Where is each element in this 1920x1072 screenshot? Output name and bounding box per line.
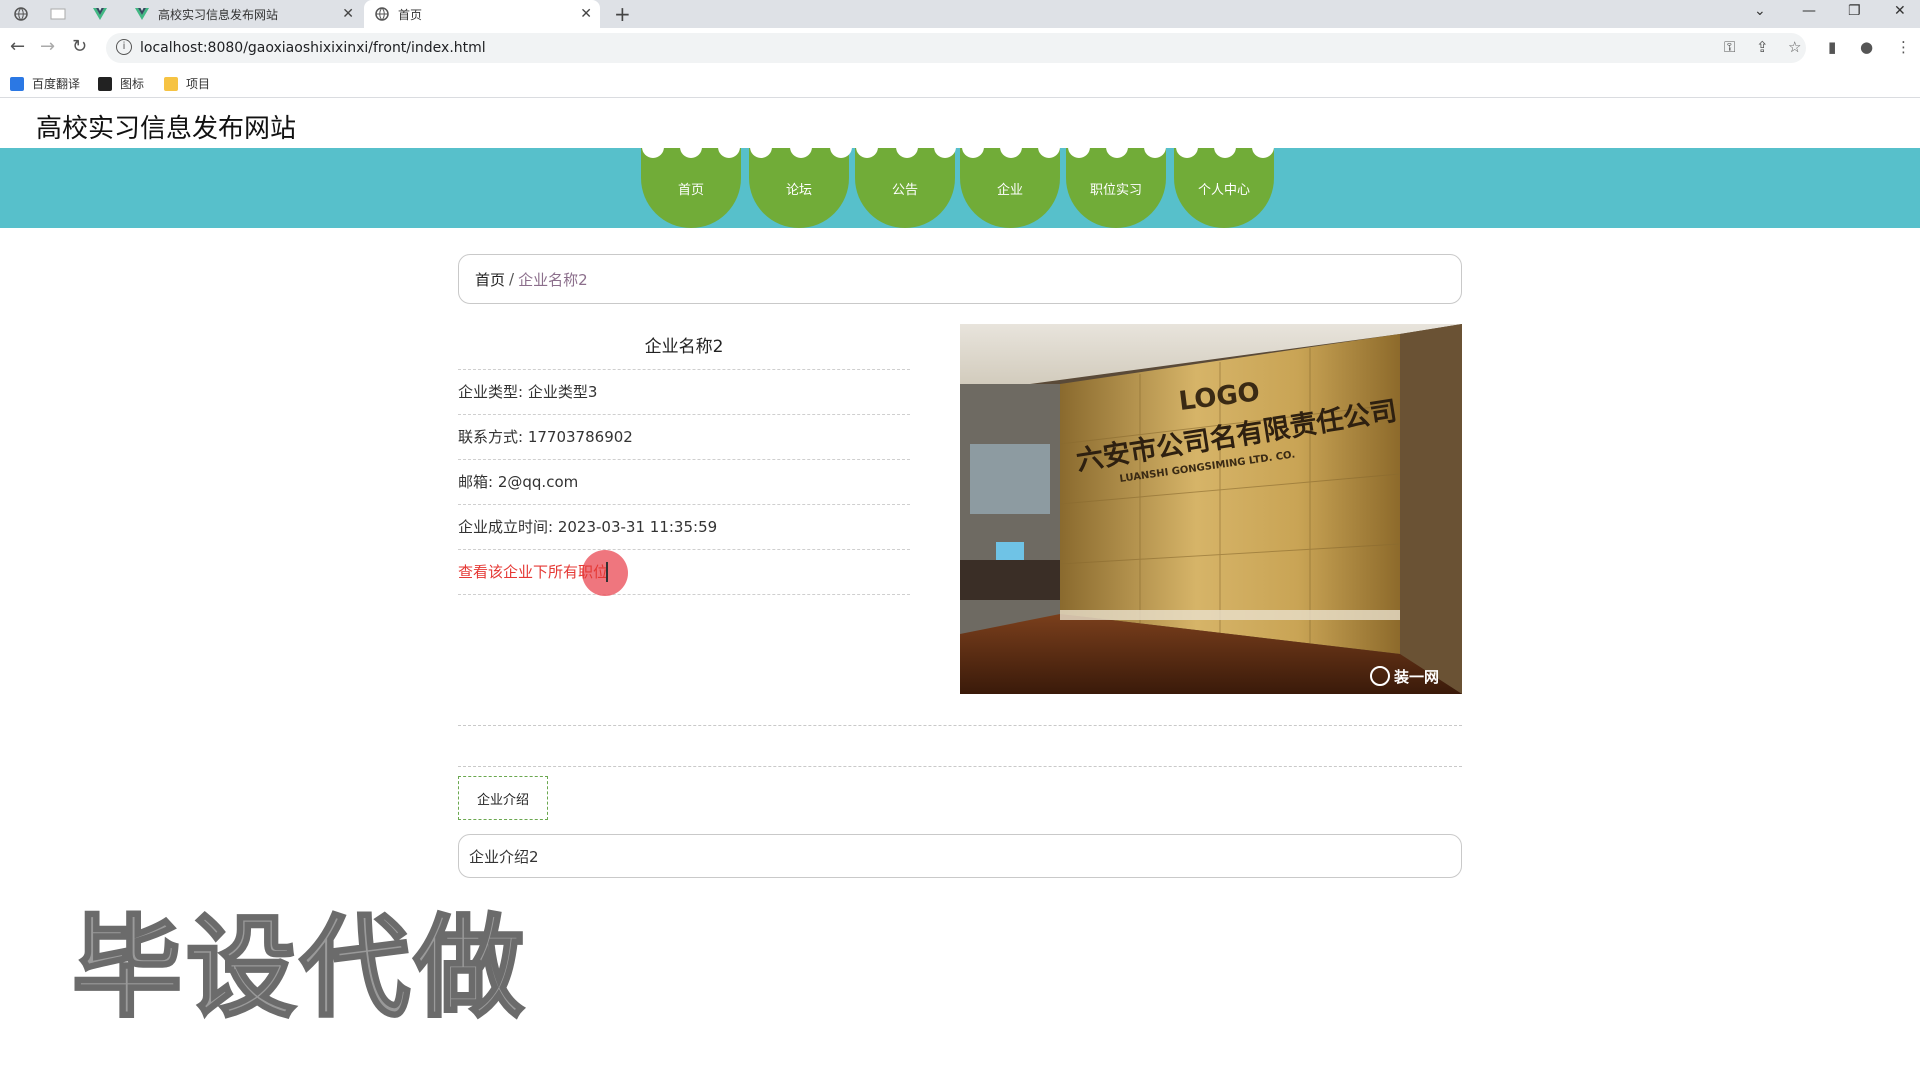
nav-label: 论坛 <box>785 182 812 198</box>
bookmark-label: 百度翻译 <box>32 77 81 91</box>
bookmark-label: 图标 <box>120 77 145 91</box>
field-label: 企业成立时间: <box>458 518 554 536</box>
text-cursor-icon <box>606 562 608 582</box>
star-icon[interactable]: ☆ <box>1788 38 1801 56</box>
globe-icon <box>14 6 28 22</box>
minimize-icon[interactable]: — <box>1802 3 1816 19</box>
photo-watermark: 装一网 <box>1393 668 1439 686</box>
nav-label: 企业 <box>996 182 1023 198</box>
url-text: localhost:8080/gaoxiaoshixixinxi/front/i… <box>140 40 486 56</box>
nav-label: 公告 <box>891 182 918 198</box>
company-intro-content: 企业介绍2 <box>458 834 1462 878</box>
chevron-down-icon[interactable]: ⌄ <box>1754 3 1766 19</box>
blank-tab[interactable] <box>50 0 74 28</box>
field-value: 2023-03-31 11:35:59 <box>557 518 718 536</box>
company-photo: LOGO 六安市公司名有限责任公司 LUANSHI GONGSIMING LTD… <box>960 324 1462 694</box>
breadcrumb-separator: / <box>509 270 515 288</box>
folder-icon <box>164 76 178 91</box>
key-icon[interactable]: ⚿ <box>1724 38 1735 56</box>
vue-tab[interactable] <box>92 0 116 28</box>
address-bar-row: ← → ↻ i localhost:8080/gaoxiaoshixixinxi… <box>0 28 1920 68</box>
back-arrow-icon[interactable]: ← <box>10 36 25 57</box>
close-window-icon[interactable]: ✕ <box>1894 3 1906 19</box>
info-icon[interactable]: i <box>116 39 132 55</box>
company-email-row: 邮箱: 2@qq.com <box>458 460 910 505</box>
translate-icon <box>10 76 24 91</box>
bookmark-project[interactable]: 项目 <box>164 75 210 92</box>
new-tab-button[interactable]: + <box>614 2 631 26</box>
link-text: 查看该企业下所有职位 <box>458 563 609 581</box>
tab-title: 高校实习信息发布网站 <box>158 7 279 22</box>
company-name: 企业名称2 <box>458 324 910 370</box>
nav-label: 职位实习 <box>1089 182 1142 198</box>
site-title: 高校实习信息发布网站 <box>36 114 297 144</box>
reload-icon[interactable]: ↻ <box>72 36 87 57</box>
vue-logo-icon <box>92 6 108 22</box>
field-value: 2@qq.com <box>497 473 579 491</box>
company-contact-row: 联系方式: 17703786902 <box>458 415 910 460</box>
breadcrumb-current: 企业名称2 <box>518 270 588 289</box>
tab-title: 首页 <box>398 7 423 22</box>
close-icon[interactable]: ✕ <box>342 6 354 22</box>
bookmarks-bar: 百度翻译 图标 项目 <box>0 68 1920 98</box>
profile-icon[interactable]: ● <box>1860 38 1873 56</box>
nav-label: 首页 <box>677 182 704 198</box>
nav-label: 个人中心 <box>1197 182 1250 198</box>
company-type-row: 企业类型: 企业类型3 <box>458 370 910 415</box>
restore-icon[interactable]: ❐ <box>1848 3 1861 19</box>
section-divider <box>458 766 1462 767</box>
side-panel-icon[interactable]: ▮ <box>1828 38 1836 56</box>
field-label: 企业类型: <box>458 383 524 401</box>
tab-company-intro[interactable]: 企业介绍 <box>458 776 548 820</box>
share-icon[interactable]: ⇪ <box>1756 38 1769 56</box>
menu-dots-icon[interactable]: ⋮ <box>1896 38 1911 56</box>
field-label: 邮箱: <box>458 473 494 491</box>
vue-logo-icon <box>134 6 150 22</box>
close-icon[interactable]: ✕ <box>580 6 592 22</box>
tab-home[interactable]: 首页 ✕ <box>364 0 600 28</box>
section-divider <box>458 725 1462 726</box>
globe-tab-icon[interactable] <box>14 0 34 28</box>
breadcrumb: 首页 / 企业名称2 <box>458 254 1462 304</box>
company-founded-row: 企业成立时间: 2023-03-31 11:35:59 <box>458 505 910 550</box>
field-label: 联系方式: <box>458 428 524 446</box>
company-info-panel: 企业名称2 企业类型: 企业类型3 联系方式: 17703786902 邮箱: … <box>458 324 910 596</box>
image-icon <box>98 76 112 91</box>
globe-icon <box>374 6 390 22</box>
field-value: 17703786902 <box>527 428 633 446</box>
url-input[interactable]: i localhost:8080/gaoxiaoshixixinxi/front… <box>106 33 1806 63</box>
view-company-jobs-link[interactable]: 查看该企业下所有职位 <box>458 550 910 596</box>
breadcrumb-home-link[interactable]: 首页 <box>475 269 505 290</box>
overlay-watermark: 毕设代做 <box>71 903 528 1034</box>
browser-tab-bar: 高校实习信息发布网站 ✕ 首页 ✕ + ⌄ — ❐ ✕ <box>0 0 1920 28</box>
tab-site[interactable]: 高校实习信息发布网站 ✕ <box>134 0 362 28</box>
bookmark-icons[interactable]: 图标 <box>98 75 144 92</box>
blank-page-icon <box>50 6 66 22</box>
bookmark-baidu-fanyi[interactable]: 百度翻译 <box>10 75 80 92</box>
forward-arrow-icon[interactable]: → <box>40 36 55 57</box>
bookmark-label: 项目 <box>186 77 211 91</box>
field-value: 企业类型3 <box>527 383 598 401</box>
